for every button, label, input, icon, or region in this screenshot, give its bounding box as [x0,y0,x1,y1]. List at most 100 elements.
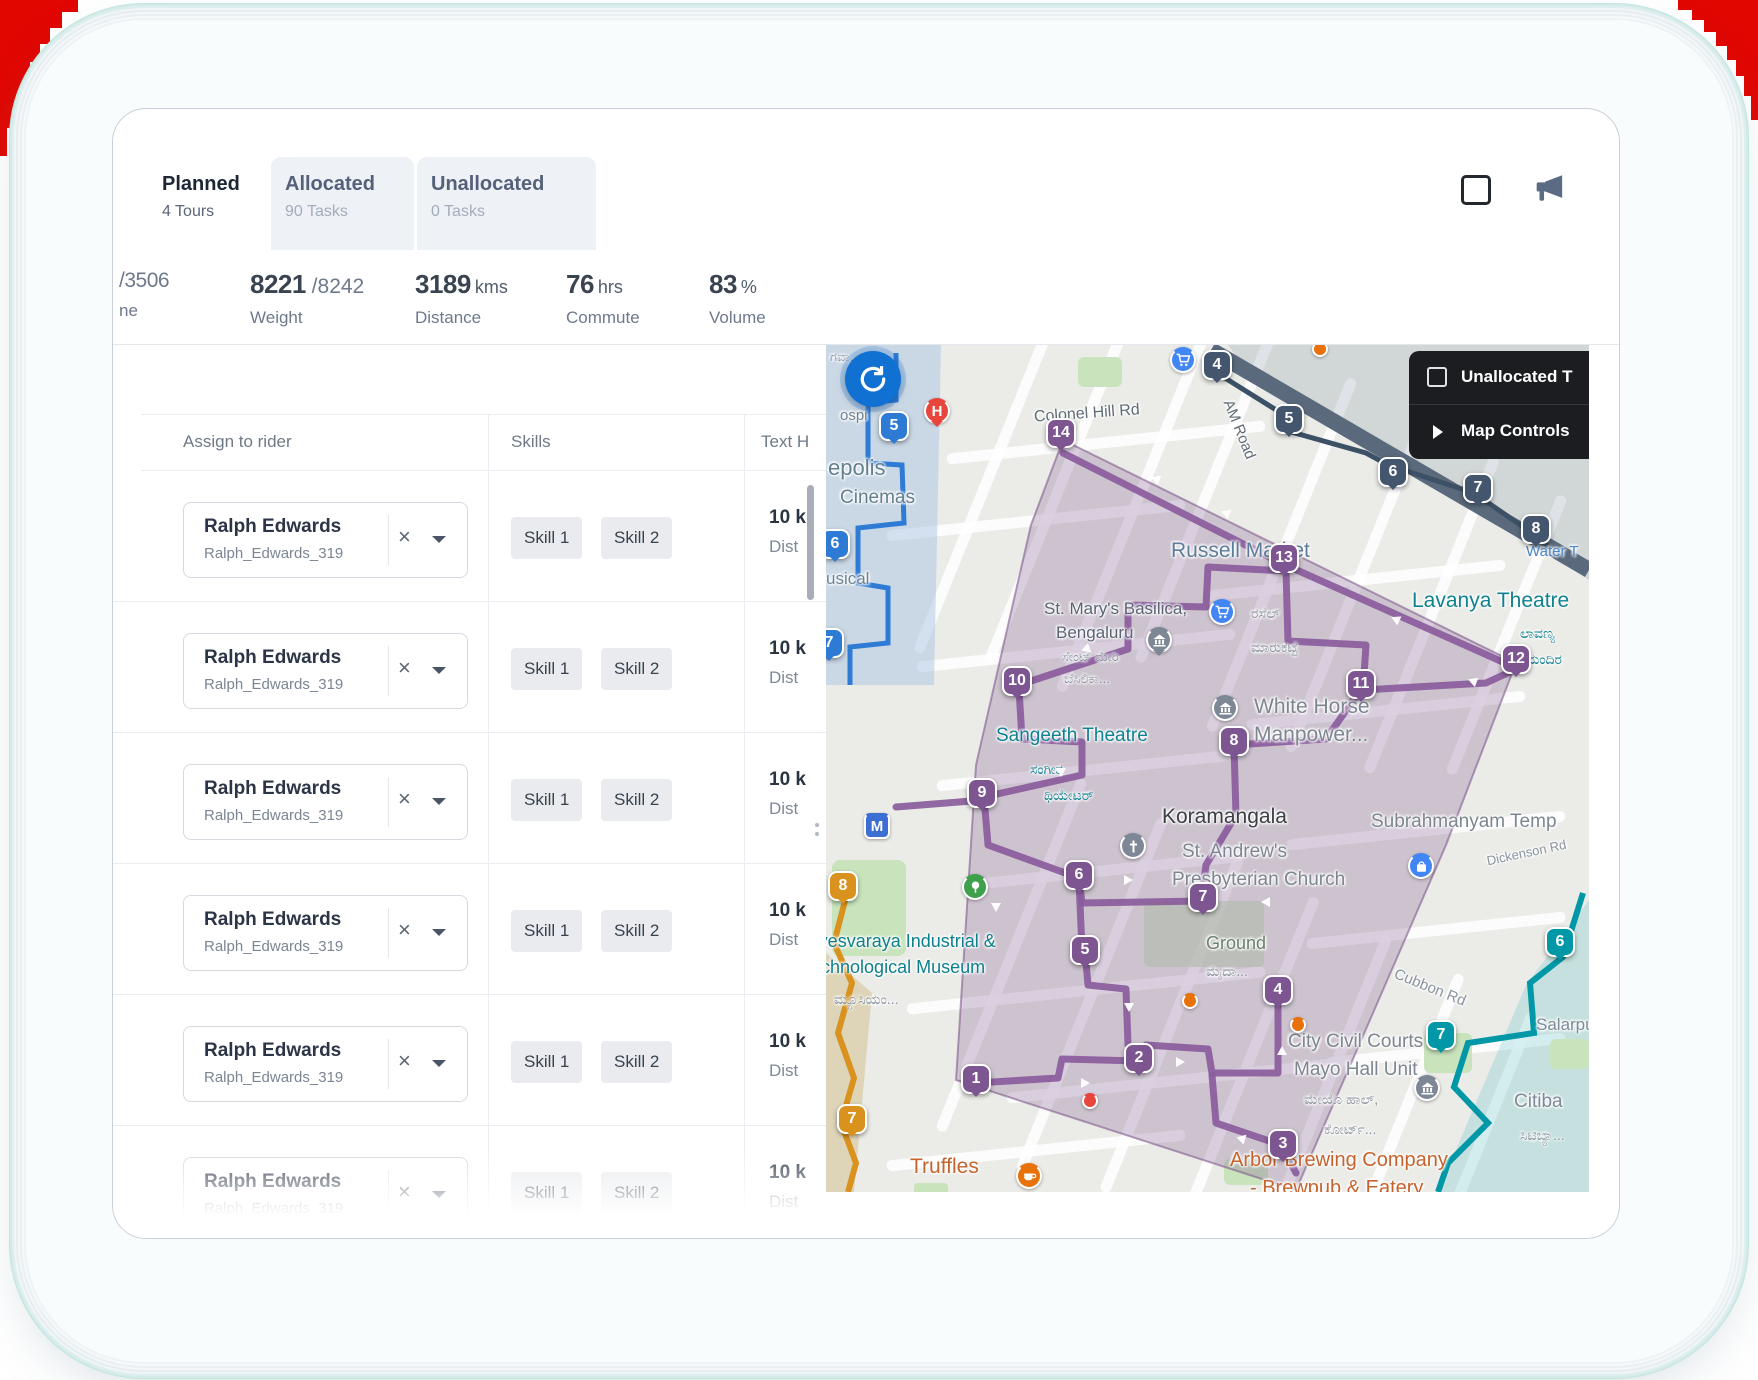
row-metric-label: Dist [769,537,798,557]
clear-rider-icon[interactable]: × [398,917,411,943]
stop-marker-orange-8[interactable]: 8 [828,871,858,901]
megaphone-icon[interactable] [1531,171,1565,205]
chevron-down-icon[interactable] [432,929,446,943]
map-label: City Civil Courts [1288,1031,1423,1053]
stat-ne: /3506ne [119,269,169,321]
coffee-icon [1016,1163,1042,1189]
map-label: Manpower... [1254,723,1368,747]
rider-select[interactable]: Ralph EdwardsRalph_Edwards_319× [183,1157,468,1233]
map-canvas[interactable]: Unallocated T Map Controls ಗವಾ...ospiepo… [826,345,1589,1192]
stat-weight: 8221 /8242Weight [250,269,364,328]
stop-marker-purple-9[interactable]: 9 [967,778,997,808]
row-metric-label: Dist [769,930,798,950]
stop-marker-purple-1[interactable]: 1 [961,1064,991,1094]
stop-marker-purple-6[interactable]: 6 [1064,860,1094,890]
clear-rider-icon[interactable]: × [398,1048,411,1074]
rider-select[interactable]: Ralph Edwards Ralph_Edwards_319 × [183,1026,468,1102]
stop-marker-teal-6[interactable]: 6 [1545,927,1575,957]
map-label: Ground [1206,933,1266,954]
table-row: Ralph EdwardsRalph_Edwards_319×Skill 1Sk… [113,995,826,1126]
stop-marker-navy-5[interactable]: 5 [1274,404,1304,434]
stop-marker-purple-13[interactable]: 13 [1269,543,1299,573]
unallocated-tasks-toggle[interactable]: Unallocated T [1409,351,1589,405]
tab-allocated[interactable]: Allocated90 Tasks [271,157,414,250]
clear-rider-icon[interactable]: × [398,655,411,681]
map-label: Sangeeth Theatre [996,725,1148,747]
select-all-checkbox[interactable] [1461,175,1491,205]
panel-resize-handle[interactable] [815,823,819,841]
rider-name: Ralph Edwards [204,647,341,669]
stop-marker-purple-12[interactable]: 12 [1501,644,1531,674]
rider-select[interactable]: Ralph EdwardsRalph_Edwards_319× [183,502,468,578]
map-label: Mayo Hall Unit [1294,1059,1418,1081]
unallocated-checkbox[interactable] [1427,367,1447,387]
column-header-assign: Assign to rider [183,432,292,452]
map-label: ಸಿಟಿಬ್ಯಾ... [1520,1127,1565,1144]
clear-rider-icon[interactable]: × [398,786,411,812]
row-metric: 10 k [769,507,806,529]
skill-chip: Skill 2 [601,1041,672,1083]
skill-chip: Skill 1 [511,1172,582,1214]
stop-marker-navy-8[interactable]: 8 [1521,514,1551,544]
chevron-down-icon[interactable] [432,1191,446,1205]
rider-id: Ralph_Edwards_319 [204,938,343,955]
tab-unallocated[interactable]: Unallocated0 Tasks [417,157,596,250]
unallocated-label: Unallocated T [1461,367,1572,387]
stop-marker-orange-7[interactable]: 7 [837,1104,867,1134]
map-controls-toggle[interactable]: Map Controls [1409,405,1589,459]
select-divider [388,646,389,696]
tab-planned[interactable]: Planned4 Tours [148,157,268,250]
table-scrollbar[interactable] [807,485,814,600]
stop-marker-purple-4[interactable]: 4 [1263,975,1293,1005]
stop-marker-purple-8[interactable]: 8 [1219,726,1249,756]
stop-marker-purple-11[interactable]: 11 [1346,669,1376,699]
chevron-down-icon[interactable] [432,1060,446,1074]
clear-rider-icon[interactable]: × [398,524,411,550]
rider-name: Ralph Edwards [204,1040,341,1062]
map-label: ಬೆಸಿಲಿಕಾ... [1064,671,1110,687]
cart-icon [1170,347,1196,373]
skill-chip: Skill 2 [601,1172,672,1214]
stop-marker-purple-10[interactable]: 10 [1002,666,1032,696]
row-metric-label: Dist [769,668,798,688]
chevron-down-icon[interactable] [432,798,446,812]
column-header-text: Text H [761,432,809,452]
rider-select[interactable]: Ralph Edwards Ralph_Edwards_319 × [183,633,468,709]
route-arrow-icon [1256,897,1270,907]
map-label: ಲಾವಣ್ಯ [1520,625,1555,642]
stop-marker-purple-2[interactable]: 2 [1124,1043,1154,1073]
stop-marker-blue-5[interactable]: 5 [879,411,909,441]
row-metric: 10 k [769,1162,806,1184]
row-metric-label: Dist [769,1061,798,1081]
bank-icon [1414,1075,1440,1101]
dot-icon [1082,1093,1098,1109]
rider-id: Ralph_Edwards_319 [204,676,343,693]
map-label: Technological Museum [826,957,985,978]
rider-id: Ralph_Edwards_319 [204,1069,343,1086]
rider-name: Ralph Edwards [204,516,341,538]
stop-marker-navy-6[interactable]: 6 [1378,457,1408,487]
stop-marker-blue-6[interactable]: 6 [826,529,850,559]
map-overlay-panel: Unallocated T Map Controls [1409,351,1589,459]
reassign-fab[interactable] [845,351,901,407]
stop-marker-blue-7[interactable]: 7 [826,628,844,658]
stop-marker-purple-3[interactable]: 3 [1268,1129,1298,1159]
stop-marker-teal-7[interactable]: 7 [1426,1020,1456,1050]
stop-marker-navy-7[interactable]: 7 [1463,473,1493,503]
map-label: - Brewpub & Eatery [1250,1177,1423,1192]
app-window: Planned4 ToursAllocated90 TasksUnallocat… [112,108,1620,1239]
stop-marker-purple-5[interactable]: 5 [1070,935,1100,965]
chevron-down-icon[interactable] [432,667,446,681]
stop-marker-navy-4[interactable]: 4 [1202,350,1232,380]
stop-marker-purple-14[interactable]: 14 [1046,418,1076,448]
skill-chip: Skill 2 [601,517,672,559]
rider-select[interactable]: Ralph EdwardsRalph_Edwards_319× [183,895,468,971]
chevron-down-icon[interactable] [432,536,446,550]
stop-marker-purple-7[interactable]: 7 [1188,882,1218,912]
tab-title: Allocated [285,173,398,196]
rider-select[interactable]: Ralph EdwardsRalph_Edwards_319× [183,764,468,840]
map-label: Subrahmanyam Temp [1371,811,1557,833]
clear-rider-icon[interactable]: × [398,1179,411,1205]
map-label: Arbor Brewing Company [1230,1149,1448,1172]
stat-volume: 83%Volume [709,269,766,328]
